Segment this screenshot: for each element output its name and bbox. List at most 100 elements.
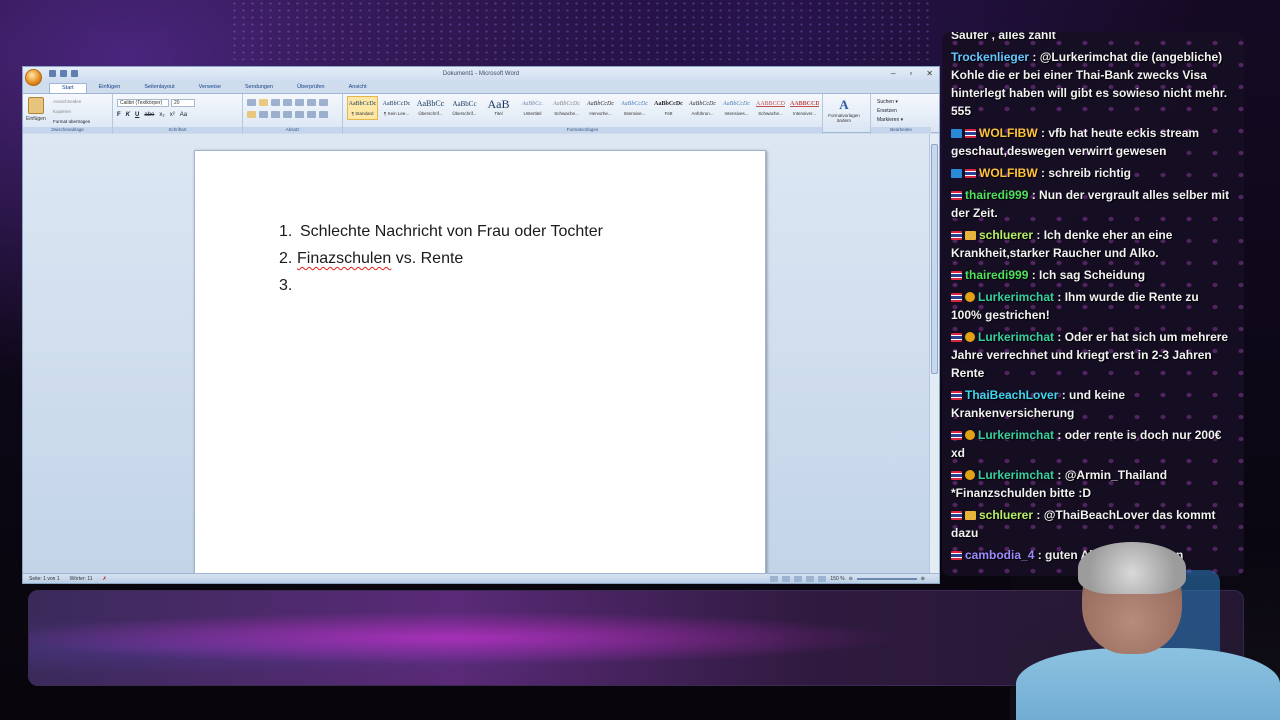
decrease-indent-icon[interactable] — [283, 99, 292, 106]
list-item[interactable]: 2. Finazschulen vs. Rente — [279, 246, 603, 273]
style-standard[interactable]: AaBbCcDc ¶ Standard — [347, 96, 378, 120]
zoom-out-icon[interactable]: ⊖ — [849, 576, 853, 582]
full-screen-icon[interactable] — [782, 576, 791, 582]
strikethrough-button[interactable]: abe — [144, 112, 154, 118]
chat-text: Säufer , alles zahlt — [951, 32, 1056, 42]
format-painter-button[interactable]: Format übertragen — [53, 117, 90, 127]
style-kein-leerraum[interactable]: AaBbCcDc ¶ Kein Lee... — [381, 96, 412, 120]
chat-username[interactable]: ThaiBeachLover — [965, 388, 1058, 402]
style-hervorhebung[interactable]: AaBbCcDc Hervorhe... — [585, 96, 616, 120]
zoom-in-icon[interactable]: ⊕ — [921, 576, 925, 582]
outline-icon[interactable] — [806, 576, 815, 582]
chat-username[interactable]: WOLFIBW — [979, 166, 1038, 180]
web-layout-icon[interactable] — [794, 576, 803, 582]
font-name-select[interactable]: Calibri (Textkörper) — [117, 99, 169, 107]
styles-group: AaBbCcDc ¶ Standard AaBbCcDc ¶ Kein Lee...… — [343, 94, 823, 134]
tab-seitenlayout[interactable]: Seitenlayout — [132, 83, 186, 93]
chat-username[interactable]: thairedi999 — [965, 268, 1028, 282]
thai-flag-icon — [951, 293, 962, 302]
chat-username[interactable]: Lurkerimchat — [978, 290, 1054, 304]
print-layout-icon[interactable] — [770, 576, 779, 582]
tab-start[interactable]: Start — [49, 83, 87, 93]
chat-username[interactable]: Lurkerimchat — [978, 330, 1054, 344]
draft-icon[interactable] — [818, 576, 827, 582]
style-schwache-hervorhebung[interactable]: AaBbCcDc Schwache... — [551, 96, 582, 120]
increase-indent-icon[interactable] — [295, 99, 304, 106]
multilevel-list-icon[interactable] — [271, 99, 280, 106]
maximize-icon[interactable]: ▫ — [909, 69, 912, 78]
italic-button[interactable]: K — [126, 112, 130, 118]
tab-sendungen[interactable]: Sendungen — [233, 83, 285, 93]
align-left-icon[interactable] — [247, 111, 256, 118]
style-titel[interactable]: AaB Titel — [483, 96, 514, 120]
style-sample: AaBbCcDc — [382, 101, 411, 107]
superscript-button[interactable]: x² — [170, 112, 175, 118]
style-anfuehrungszeichen[interactable]: AaBbCcDc Anführun... — [687, 96, 718, 120]
bullets-icon[interactable] — [247, 99, 256, 106]
chat-username[interactable]: thairedi999 — [965, 188, 1028, 202]
style-ueberschrift-2[interactable]: AaBbCc Überschrif... — [449, 96, 480, 120]
close-icon[interactable]: ✕ — [926, 69, 933, 78]
chat-username[interactable]: schluerer — [979, 508, 1033, 522]
chat-panel: Säufer , alles zahlt Trockenlieger : @Lur… — [942, 32, 1244, 576]
bold-button[interactable]: F — [117, 112, 121, 118]
chat-username[interactable]: Lurkerimchat — [978, 428, 1054, 442]
subscript-button[interactable]: x₂ — [159, 112, 164, 118]
change-case-button[interactable]: Aa — [180, 112, 187, 118]
list-item[interactable]: 1. Schlechte Nachricht von Frau oder Toch… — [279, 219, 603, 246]
change-styles-button[interactable]: A Formatvorlagen ändern — [827, 97, 861, 123]
zoom-level[interactable]: 150 % — [830, 576, 844, 582]
line-spacing-icon[interactable] — [295, 111, 304, 118]
align-right-icon[interactable] — [271, 111, 280, 118]
find-button[interactable]: Suchen ▾ — [877, 98, 903, 107]
copy-button[interactable]: Kopieren — [53, 107, 90, 117]
style-sample: AaBbCcDc — [654, 101, 683, 107]
chat-username[interactable]: Trockenlieger — [951, 50, 1029, 64]
style-fett[interactable]: AaBbCcDc Fett — [653, 96, 684, 120]
justify-icon[interactable] — [283, 111, 292, 118]
vertical-scrollbar[interactable] — [929, 134, 939, 575]
style-ueberschrift-1[interactable]: AaBbCc Überschrif... — [415, 96, 446, 120]
chat-message: schluerer : Ich denke eher an eine Krank… — [951, 226, 1230, 262]
borders-icon[interactable] — [319, 111, 328, 118]
tab-ueberpruefen[interactable]: Überprüfen — [285, 83, 337, 93]
word-count[interactable]: Wörter: 11 — [70, 576, 93, 582]
shading-icon[interactable] — [307, 111, 316, 118]
chat-separator: : — [1028, 268, 1040, 282]
spellcheck-icon[interactable]: ✗ — [103, 576, 107, 582]
style-intensiver-verweis[interactable]: AABBCCDI Intensiver... — [789, 96, 820, 120]
scrollbar-thumb[interactable] — [931, 144, 938, 374]
prime-badge-icon — [951, 169, 962, 178]
paste-button[interactable]: Einfügen — [26, 116, 46, 122]
chat-username[interactable]: Lurkerimchat — [978, 468, 1054, 482]
cut-button[interactable]: Ausschneiden — [53, 97, 90, 107]
paste-icon[interactable] — [28, 97, 44, 114]
underline-button[interactable]: U — [135, 112, 139, 118]
chat-username[interactable]: schluerer — [979, 228, 1033, 242]
chat-username[interactable]: WOLFIBW — [979, 126, 1038, 140]
minimize-icon[interactable]: – — [891, 69, 895, 78]
page-count[interactable]: Seite: 1 von 1 — [29, 576, 60, 582]
replace-button[interactable]: Ersetzen — [877, 107, 903, 116]
misspelled-word[interactable]: Finazschulen — [297, 250, 391, 267]
align-center-icon[interactable] — [259, 111, 268, 118]
style-intensives-zitat[interactable]: AaBbCcDc Intensives... — [721, 96, 752, 120]
numbering-icon[interactable] — [259, 99, 268, 106]
sort-icon[interactable] — [307, 99, 316, 106]
style-untertitel[interactable]: AaBbCc. Untertitel — [517, 96, 548, 120]
document-page[interactable]: 1. Schlechte Nachricht von Frau oder Toch… — [194, 150, 766, 583]
select-button[interactable]: Markieren ▾ — [877, 116, 903, 125]
list-item[interactable]: 3. — [279, 273, 603, 300]
tab-ansicht[interactable]: Ansicht — [337, 83, 379, 93]
tab-einfuegen[interactable]: Einfügen — [87, 83, 133, 93]
list-text: Schlechte Nachricht von Frau oder Tochte… — [300, 223, 603, 240]
style-schwacher-verweis[interactable]: AABBCCDI Schwache... — [755, 96, 786, 120]
thai-flag-icon — [951, 391, 962, 400]
change-styles-group: A Formatvorlagen ändern — [823, 94, 871, 134]
style-intensive-hervorhebung[interactable]: AaBbCcDc Intensive... — [619, 96, 650, 120]
tab-verweise[interactable]: Verweise — [187, 83, 233, 93]
show-marks-icon[interactable] — [319, 99, 328, 106]
zoom-slider[interactable] — [856, 578, 917, 580]
ribbon: Einfügen Ausschneiden Kopieren Format üb… — [23, 93, 939, 134]
font-size-select[interactable]: 20 — [171, 99, 195, 107]
